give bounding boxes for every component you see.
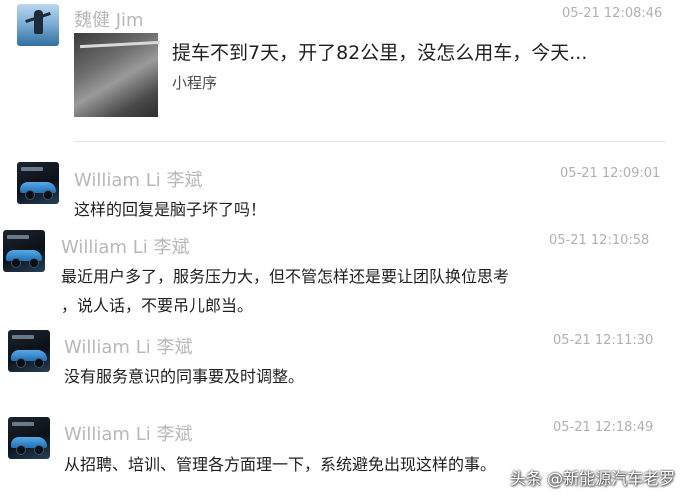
- sender-name: William Li 李斌: [64, 424, 193, 445]
- sender-name: William Li 李斌: [61, 237, 190, 258]
- message-text: ，说人话，不要吊儿郎当。: [61, 296, 254, 315]
- mini-program-tag: 小程序: [172, 74, 218, 92]
- message-time: 05-21 12:08:46: [562, 6, 663, 21]
- divider: [74, 141, 666, 142]
- avatar-william-li[interactable]: [3, 230, 45, 272]
- avatar-wheel: [25, 190, 35, 200]
- avatar-wheel: [43, 190, 53, 200]
- avatar-brand: [12, 335, 34, 339]
- avatar-brand: [21, 167, 43, 171]
- sender-name: William Li 李斌: [74, 170, 203, 191]
- avatar-brand: [7, 235, 29, 239]
- card-title[interactable]: 提车不到7天，开了82公里，没怎么用车，今天...: [172, 38, 587, 65]
- avatar-wheel: [16, 358, 26, 368]
- message-text: 这样的回复是脑子坏了吗！: [74, 200, 267, 219]
- thumbnail-wiper-line: [79, 40, 161, 49]
- avatar-wheel: [29, 258, 39, 268]
- watermark: 头条 @新能源汽车老罗: [509, 469, 675, 488]
- avatar-william-li[interactable]: [8, 330, 50, 372]
- avatar-william-li[interactable]: [8, 417, 50, 459]
- message-time: 05-21 12:18:49: [553, 420, 654, 435]
- sender-name: William Li 李斌: [64, 337, 193, 358]
- avatar-wheel: [11, 258, 21, 268]
- message-time: 05-21 12:10:58: [549, 233, 650, 248]
- message-text: 最近用户多了，服务压力大，但不管怎样还是要让团队换位思考: [61, 267, 510, 286]
- avatar-brand: [12, 422, 34, 426]
- message-time: 05-21 12:09:01: [560, 166, 661, 181]
- avatar-wheel: [34, 358, 44, 368]
- card-thumbnail-image[interactable]: [74, 33, 161, 117]
- avatar-wheel: [34, 445, 44, 455]
- sender-name: 魏健 Jim: [74, 10, 144, 31]
- avatar-jim[interactable]: [17, 4, 59, 46]
- avatar-wheel: [16, 445, 26, 455]
- message-text: 没有服务意识的同事要及时调整。: [64, 367, 305, 386]
- message-time: 05-21 12:11:30: [553, 333, 654, 348]
- message-text: 从招聘、培训、管理各方面理一下，系统避免出现这样的事。: [64, 455, 497, 474]
- avatar-william-li[interactable]: [17, 162, 59, 204]
